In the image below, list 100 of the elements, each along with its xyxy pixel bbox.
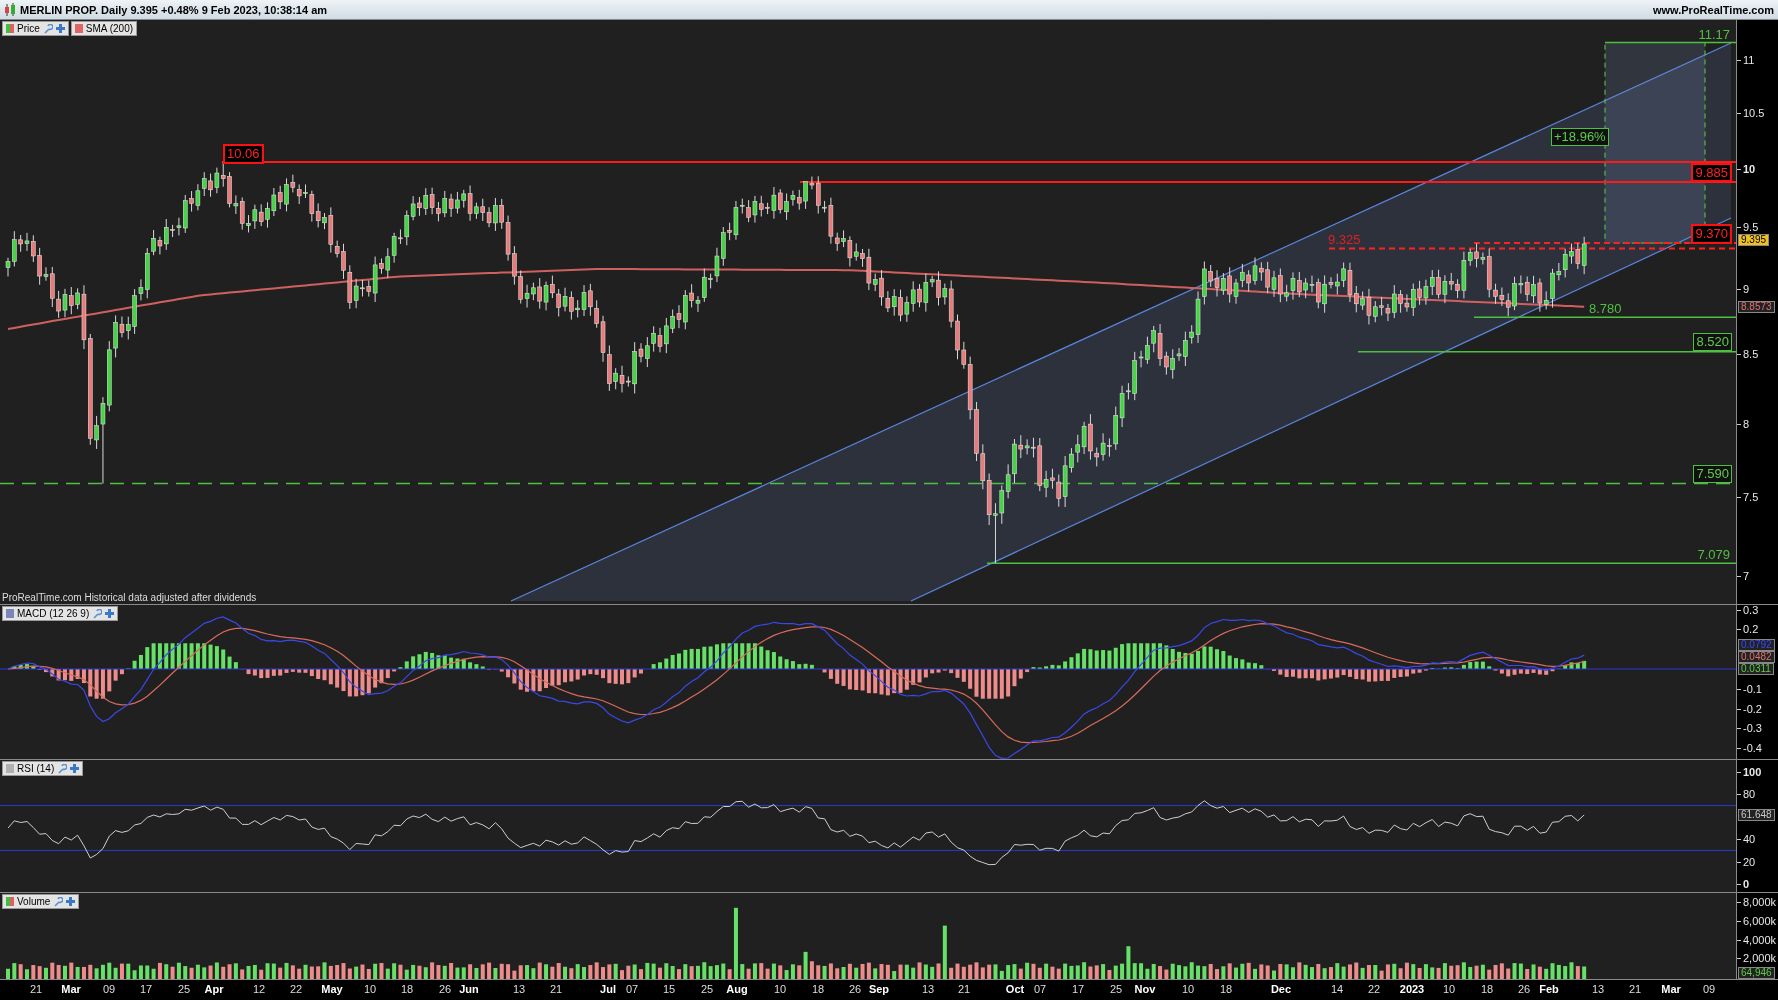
price-level-label: 8.780 bbox=[1588, 301, 1623, 318]
wrench-icon[interactable] bbox=[42, 23, 53, 34]
date-label: 2023 bbox=[1399, 983, 1425, 995]
date-label: 15 bbox=[662, 983, 676, 995]
date-label: Dec bbox=[1270, 983, 1292, 995]
axis-label: -0.4 bbox=[1737, 742, 1762, 755]
date-label: 25 bbox=[177, 983, 191, 995]
axis-label: 80 bbox=[1737, 788, 1756, 801]
axis-label: 10.5 bbox=[1737, 107, 1765, 120]
axis-label: 7 bbox=[1737, 569, 1750, 582]
axis-label: 40 bbox=[1737, 833, 1756, 846]
date-label: Jun bbox=[459, 983, 479, 995]
value-tag: 61.648 bbox=[1738, 808, 1775, 821]
axis-label: -0.2 bbox=[1737, 702, 1762, 715]
date-label: 10 bbox=[773, 983, 787, 995]
date-label: 13 bbox=[921, 983, 935, 995]
plus-icon[interactable] bbox=[55, 24, 65, 33]
value-tag: 0.0792 bbox=[1738, 639, 1775, 651]
date-label: 18 bbox=[1480, 983, 1494, 995]
wrench-icon[interactable] bbox=[57, 763, 68, 774]
date-label: Feb bbox=[1539, 983, 1559, 995]
legend-swatch-icon bbox=[6, 24, 14, 33]
indicator-legend[interactable]: Volume bbox=[2, 894, 80, 909]
date-label: 17 bbox=[1071, 983, 1085, 995]
date-label: 22 bbox=[1367, 983, 1381, 995]
date-label: 10 bbox=[1442, 983, 1456, 995]
axis-label: 8 bbox=[1737, 417, 1750, 430]
indicator-legend[interactable]: MACD (12 26 9) bbox=[2, 606, 119, 621]
date-label: 13 bbox=[1591, 983, 1605, 995]
date-label: 26 bbox=[848, 983, 862, 995]
price-level-label: 8.520 bbox=[1693, 332, 1732, 351]
price-level-label: 7.079 bbox=[1696, 547, 1731, 564]
price-level-label: +18.96% bbox=[1551, 128, 1609, 146]
date-label: 25 bbox=[700, 983, 714, 995]
axis-label: 9.5 bbox=[1737, 221, 1759, 234]
plus-icon[interactable] bbox=[70, 764, 80, 773]
date-label: 18 bbox=[811, 983, 825, 995]
date-label: 22 bbox=[289, 983, 303, 995]
axis-label: -0.1 bbox=[1737, 682, 1762, 695]
axis-label: 6,000k bbox=[1737, 914, 1777, 927]
date-label: 26 bbox=[438, 983, 452, 995]
value-tag: 9.395 bbox=[1738, 234, 1770, 247]
date-label: Mar bbox=[61, 983, 81, 995]
axis-label: 2,000k bbox=[1737, 952, 1777, 965]
axis-label: 10 bbox=[1737, 162, 1756, 175]
date-label: 07 bbox=[625, 983, 639, 995]
price-level-label: 9.325 bbox=[1327, 231, 1362, 248]
date-label: 10 bbox=[363, 983, 377, 995]
axis-label: 7.5 bbox=[1737, 491, 1759, 504]
axis-label: 4,000k bbox=[1737, 933, 1777, 946]
date-label: 26 bbox=[1517, 983, 1531, 995]
wrench-icon[interactable] bbox=[53, 896, 64, 907]
value-tag: 0.0311 bbox=[1738, 663, 1774, 675]
axis-label: 9 bbox=[1737, 283, 1750, 296]
data-note: ProRealTime.com Historical data adjusted after dividends bbox=[2, 592, 257, 603]
date-label: 21 bbox=[1628, 983, 1642, 995]
price-level-label: 11.17 bbox=[1697, 27, 1731, 44]
axis-label: 0.3 bbox=[1737, 603, 1759, 616]
indicator-legend[interactable]: SMA (200) bbox=[70, 21, 138, 36]
axis-label: 100 bbox=[1737, 766, 1762, 778]
indicator-legend[interactable]: RSI (14) bbox=[2, 761, 84, 776]
date-label: Aug bbox=[726, 983, 748, 995]
value-tag: 8.8573 bbox=[1738, 301, 1775, 314]
axis-label: -0.3 bbox=[1737, 722, 1762, 735]
indicator-legend[interactable]: Price bbox=[2, 21, 69, 36]
value-tag: 64,946 bbox=[1738, 967, 1775, 979]
date-label: 21 bbox=[29, 983, 43, 995]
plus-icon[interactable] bbox=[105, 609, 115, 618]
date-label: Mar bbox=[1661, 983, 1681, 995]
date-label: Jul bbox=[600, 983, 616, 995]
date-label: 13 bbox=[512, 983, 526, 995]
date-label: 12 bbox=[252, 983, 266, 995]
date-label: 25 bbox=[1109, 983, 1123, 995]
axis-label: 0 bbox=[1737, 878, 1750, 890]
date-label: 21 bbox=[957, 983, 971, 995]
axis-label: 11 bbox=[1737, 54, 1755, 66]
price-level-label: 10.06 bbox=[223, 143, 264, 164]
chart-title: MERLIN PROP. Daily 9.395 +0.48% 9 Feb 2023, 10:38:14 am bbox=[20, 3, 328, 16]
plus-icon[interactable] bbox=[66, 897, 76, 906]
date-label: Sep bbox=[868, 983, 890, 995]
axis-label: 8.5 bbox=[1737, 348, 1759, 361]
website-link[interactable]: www.ProRealTime.com bbox=[1652, 3, 1774, 16]
wrench-icon[interactable] bbox=[92, 608, 103, 619]
axis-label: 0.2 bbox=[1737, 623, 1759, 636]
date-label: Apr bbox=[204, 983, 224, 995]
date-label: 21 bbox=[549, 983, 563, 995]
legend-swatch-icon bbox=[6, 897, 14, 906]
date-label: 09 bbox=[102, 983, 116, 995]
axis-label: 8,000k bbox=[1737, 896, 1777, 908]
date-label: 10 bbox=[1181, 983, 1195, 995]
date-label: 07 bbox=[1033, 983, 1047, 995]
date-label: 18 bbox=[400, 983, 414, 995]
price-level-label: 9.370 bbox=[1691, 224, 1732, 245]
value-tag: 0.0482 bbox=[1738, 651, 1775, 663]
candlestick-icon bbox=[4, 2, 16, 17]
date-label: 09 bbox=[1702, 983, 1716, 995]
date-label: 14 bbox=[1330, 983, 1344, 995]
date-label: May bbox=[321, 983, 343, 995]
price-level-label: 7.590 bbox=[1693, 464, 1732, 483]
date-label: Oct bbox=[1005, 983, 1025, 995]
